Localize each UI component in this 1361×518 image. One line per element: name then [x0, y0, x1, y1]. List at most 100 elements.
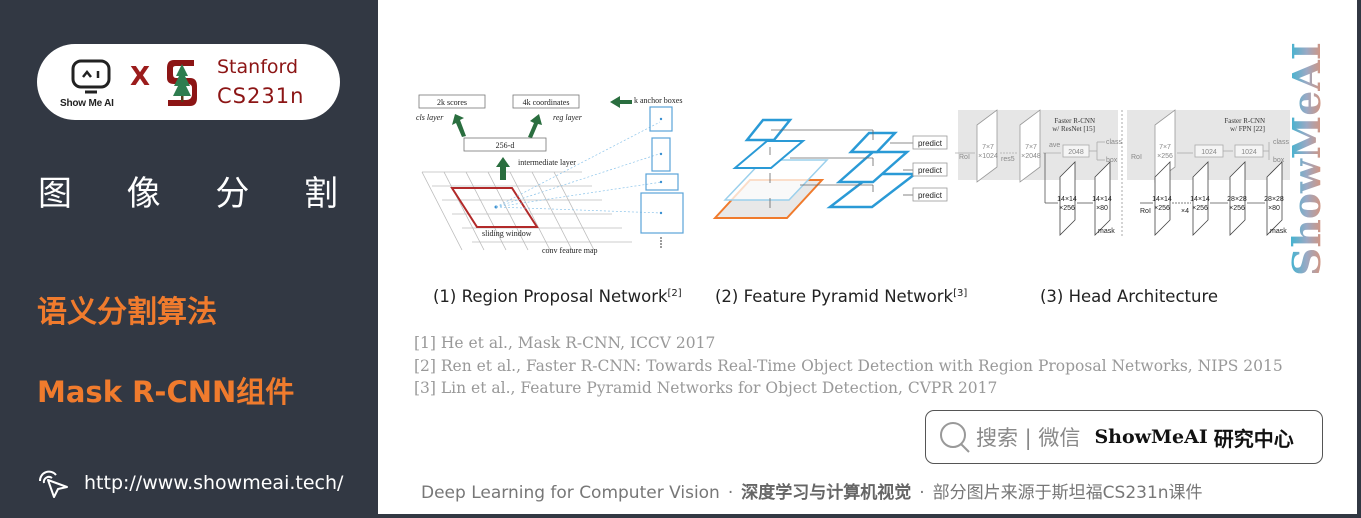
- head-left-subtitle: w/ ResNet [15]: [1052, 125, 1095, 133]
- head-block-label: 7×7: [1159, 144, 1171, 151]
- cursor-click-icon: [38, 470, 68, 498]
- stanford-name: Stanford: [217, 56, 299, 78]
- reference-item: [3] Lin et al., Feature Pyramid Networks…: [414, 379, 998, 397]
- head-mask-label: mask: [1098, 228, 1115, 235]
- section-title-char: 割: [303, 174, 338, 214]
- reference-item: [1] He et al., Mask R-CNN, ICCV 2017: [414, 334, 716, 352]
- rpn-256d-label: 256-d: [496, 141, 515, 150]
- section-title-char: 像: [126, 174, 161, 214]
- search-label: 搜索 | 微信: [976, 426, 1081, 450]
- search-brand: ShowMeAI: [1094, 426, 1208, 448]
- head-roi-label: RoI: [1140, 208, 1151, 215]
- watermark-text: ShowMeAI: [1290, 42, 1329, 276]
- section-title-char: 图: [38, 174, 72, 214]
- rpn-coords-label: 4k coordinates: [523, 98, 570, 107]
- caption-number: (2): [715, 287, 739, 306]
- frame-edge: [1357, 0, 1361, 518]
- head-x4-label: ×4: [1181, 208, 1189, 215]
- slide-footer: Deep Learning for Computer Vision · 深度学习与计…: [421, 478, 1203, 503]
- rpn-feature-map-label: conv feature map: [542, 246, 598, 255]
- head-mask-label: mask: [1270, 228, 1287, 235]
- head-mask-block-label: 28×28: [1227, 196, 1247, 203]
- head-mask-block-label: ×80: [1268, 205, 1280, 212]
- showmeai-label: Show Me AI: [60, 98, 114, 109]
- head-block-label: ×2048: [1021, 153, 1041, 160]
- head-roi-label: RoI: [959, 154, 970, 161]
- caption-text: Feature Pyramid Network: [743, 287, 954, 306]
- head-mask-block-label: ×80: [1096, 205, 1108, 212]
- head-right-title: Faster R-CNN: [1224, 117, 1265, 125]
- rpn-diagram: 2k scores 4k coordinates cls layer reg l…: [416, 94, 684, 255]
- sliding-window-box: [450, 187, 539, 228]
- head-mask-block-label: ×256: [1229, 205, 1245, 212]
- stanford-course: CS231n: [217, 84, 305, 108]
- head-class-label: class: [1273, 139, 1289, 146]
- frame-edge: [378, 514, 1361, 518]
- showmeai-watermark: ShowMeAI: [1290, 42, 1329, 276]
- fpn-predict-label: predict: [918, 139, 943, 148]
- footer-separator: ·: [727, 483, 734, 503]
- rpn-scores-label: 2k scores: [437, 98, 467, 107]
- section-title-char: 分: [215, 174, 250, 214]
- head-right-subtitle: w/ FPN [22]: [1230, 125, 1265, 133]
- head-fc-label: 1024: [1201, 149, 1217, 156]
- head-mask-block-label: 14×14: [1092, 196, 1112, 203]
- rpn-reg-layer: reg layer: [553, 113, 583, 122]
- section-title: 图 像 分 割: [38, 166, 338, 215]
- caption-fpn: (2) Feature Pyramid Network[3]: [715, 287, 967, 306]
- head-block-label: 7×7: [1025, 144, 1037, 151]
- website-link[interactable]: http://www.showmeai.tech/: [36, 467, 343, 499]
- head-mask-block-label: ×256: [1192, 205, 1208, 212]
- anchor-boxes: [640, 106, 684, 234]
- head-class-label: class: [1106, 139, 1122, 146]
- fpn-predict-label: predict: [918, 191, 943, 200]
- head-left-title: Faster R-CNN: [1054, 117, 1095, 125]
- caption-text: Region Proposal Network: [461, 287, 668, 306]
- logo-banner: Show Me AI X Stanford CS231n: [37, 44, 340, 120]
- topic-semantic-segmentation: 语义分割算法: [37, 295, 217, 330]
- caption-text: Head Architecture: [1068, 287, 1219, 306]
- head-mask-block-label: ×256: [1154, 205, 1170, 212]
- references: [1] He et al., Mask R-CNN, ICCV 2017 [2]…: [414, 332, 1283, 400]
- head-block-label: ×256: [1157, 153, 1173, 160]
- head-res5-label: res5: [1001, 156, 1015, 163]
- collab-x: X: [130, 62, 151, 92]
- head-architecture-diagram: Faster R-CNN w/ ResNet [15] Faster R-CNN…: [955, 109, 1290, 237]
- head-box-label: box: [1106, 157, 1118, 164]
- head-fc-label: 1024: [1241, 149, 1257, 156]
- caption-rpn: (1) Region Proposal Network[2]: [433, 287, 682, 306]
- footer-course-cn: 深度学习与计算机视觉: [741, 483, 912, 503]
- head-mask-block-label: 14×14: [1152, 196, 1172, 203]
- caption-head: (3) Head Architecture: [1040, 287, 1218, 306]
- wechat-search-badge: 搜索 | 微信 ShowMeAI 研究中心: [925, 410, 1323, 464]
- sidebar: Show Me AI X Stanford CS231n 图 像 分 割 语义分…: [0, 0, 378, 518]
- head-ave-label: ave: [1049, 142, 1060, 149]
- caption-ref: [3]: [953, 288, 968, 299]
- fpn-diagram: predict predict predict: [712, 118, 948, 219]
- head-mask-block-label: ×256: [1059, 205, 1075, 212]
- rpn-cls-layer: cls layer: [416, 113, 444, 122]
- caption-number: (1): [433, 287, 457, 306]
- head-fc-label: 2048: [1068, 149, 1084, 156]
- head-box-label: box: [1273, 157, 1285, 164]
- head-mask-block-label: 14×14: [1190, 196, 1210, 203]
- topic-mask-rcnn-components: Mask R-CNN组件: [37, 375, 295, 409]
- search-icon: [940, 422, 970, 453]
- fpn-predict-label: predict: [918, 166, 943, 175]
- rpn-anchor-label: k anchor boxes: [634, 96, 682, 105]
- footer-course-en: Deep Learning for Computer Vision: [421, 483, 720, 503]
- head-block-label: ×1024: [978, 153, 998, 160]
- reference-item: [2] Ren et al., Faster R-CNN: Towards Re…: [414, 356, 1283, 375]
- rpn-intermediate-label: intermediate layer: [518, 158, 576, 167]
- head-mask-block-label: 28×28: [1264, 196, 1284, 203]
- footer-source: 部分图片来源于斯坦福CS231n课件: [932, 483, 1203, 503]
- rpn-sliding-window-label: sliding window: [482, 229, 532, 238]
- caption-number: (3): [1040, 287, 1064, 306]
- head-mask-block-label: 14×14: [1057, 196, 1077, 203]
- stanford-logo-icon: [167, 60, 197, 106]
- search-brand-cn: 研究中心: [1213, 426, 1294, 451]
- head-block-label: 7×7: [982, 144, 994, 151]
- website-url[interactable]: http://www.showmeai.tech/: [84, 472, 343, 494]
- footer-separator: ·: [919, 483, 925, 503]
- caption-ref: [2]: [667, 288, 682, 299]
